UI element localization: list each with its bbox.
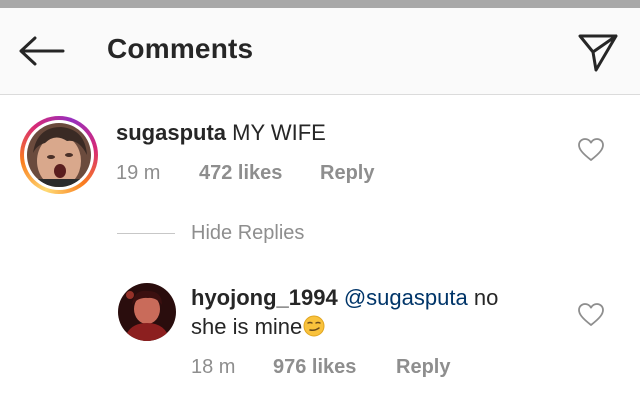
reply-avatar[interactable]	[118, 283, 176, 341]
reply-likes[interactable]: 976 likes	[273, 356, 356, 378]
page-title: Comments	[107, 33, 254, 64]
heart-icon[interactable]	[578, 303, 604, 327]
reply-time: 18 m	[191, 356, 236, 378]
direct-send-icon	[578, 34, 618, 72]
reply-mention[interactable]: @sugasputa	[344, 285, 468, 310]
arrow-left-icon	[19, 36, 65, 66]
status-bar-strip	[0, 0, 640, 8]
smirk-emoji-icon	[303, 315, 325, 337]
heart-icon[interactable]	[578, 138, 604, 162]
avatar-story-ring[interactable]	[20, 116, 98, 194]
comment-body: MY WIFE	[232, 120, 326, 145]
reply-username[interactable]: hyojong_1994	[191, 285, 338, 310]
back-button[interactable]	[14, 30, 68, 72]
replies-divider	[117, 233, 175, 234]
comment-reply-button[interactable]: Reply	[320, 162, 374, 184]
comment-likes[interactable]: 472 likes	[199, 162, 282, 184]
share-button[interactable]	[574, 28, 622, 76]
hide-replies-button[interactable]: Hide Replies	[191, 222, 304, 245]
reply-text-line2: she is mine	[191, 314, 325, 340]
avatar	[27, 123, 91, 187]
comment-text: sugasputa MY WIFE	[116, 120, 326, 146]
header-bar: Comments	[0, 8, 640, 95]
comment-time: 19 m	[116, 162, 161, 184]
reply-body-line2: she is mine	[191, 314, 303, 339]
comment-username[interactable]: sugasputa	[116, 120, 226, 145]
comment-meta: 19 m	[116, 162, 160, 185]
reply-reply-button[interactable]: Reply	[396, 356, 450, 378]
reply-text-line1: hyojong_1994 @sugasputa no	[191, 285, 498, 311]
reply-body-line1: no	[473, 285, 499, 310]
